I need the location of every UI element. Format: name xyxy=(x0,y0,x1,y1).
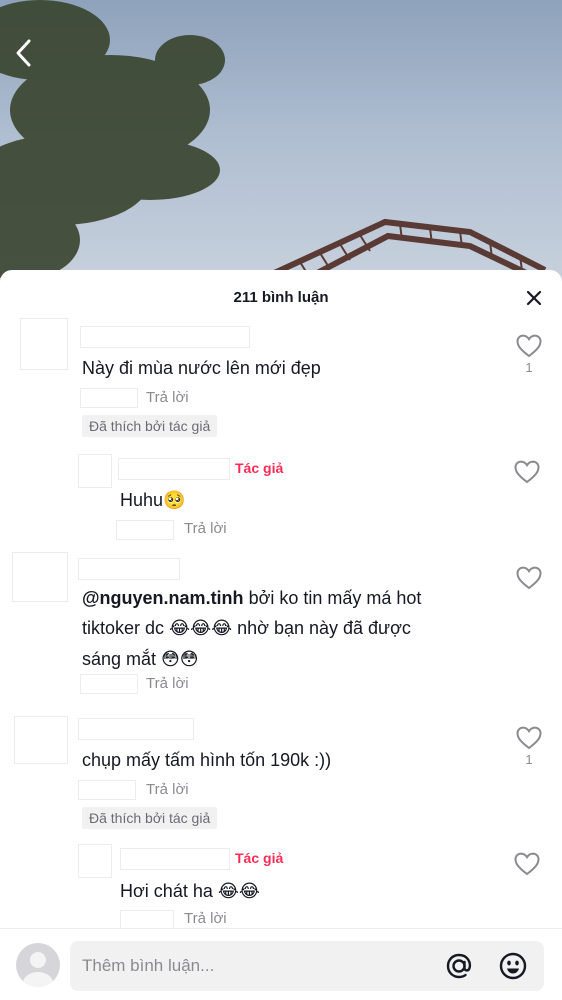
laughing-emoji: 😂😂 xyxy=(217,881,260,902)
username[interactable] xyxy=(118,458,230,480)
user-avatar xyxy=(16,943,60,987)
avatar[interactable] xyxy=(14,716,68,764)
comment-text: Hơi chát ha 😂😂 xyxy=(120,876,260,907)
avatar[interactable] xyxy=(20,318,68,370)
chevron-left-icon xyxy=(16,39,31,67)
comment-text: chụp mấy tấm hình tốn 190k :)) xyxy=(82,750,332,770)
heart-outline-icon xyxy=(514,852,540,876)
heart-outline-icon xyxy=(516,566,542,590)
like-button[interactable]: 1 xyxy=(514,334,544,375)
emoji-button[interactable] xyxy=(498,951,528,981)
reply-button[interactable]: Trả lời xyxy=(184,910,227,927)
mention-button[interactable] xyxy=(444,951,474,981)
comment-item: @nguyen.nam.tinh bởi ko tin mấy má hot t… xyxy=(0,550,562,710)
comment-item: Này đi mùa nước lên mới đẹp Trả lời Đã t… xyxy=(0,270,562,450)
flushed-emoji: 😳😳 xyxy=(161,649,199,670)
user-mention[interactable]: @nguyen.nam.tinh xyxy=(82,588,244,608)
like-count: 1 xyxy=(525,752,533,767)
liked-by-author-badge: Đã thích bởi tác giả xyxy=(82,807,218,829)
like-button[interactable] xyxy=(512,460,542,484)
comment-text-line: tiktoker dc xyxy=(82,618,170,638)
heart-outline-icon xyxy=(514,460,540,484)
comment-text: @nguyen.nam.tinh bởi ko tin mấy má hot t… xyxy=(82,583,502,675)
author-tag: Tác giả xyxy=(235,460,284,476)
comment-text-line: nhờ bạn này đã được xyxy=(232,618,411,638)
video-scene xyxy=(0,0,547,285)
comment-text: Này đi mùa nước lên mới đẹp xyxy=(82,358,321,378)
timestamp xyxy=(78,780,136,800)
back-button[interactable] xyxy=(14,38,54,78)
username[interactable] xyxy=(78,558,180,580)
timestamp xyxy=(120,910,174,930)
liked-by-author-badge: Đã thích bởi tác giả xyxy=(82,415,218,437)
comment-input-bar xyxy=(0,928,562,1000)
comment-sheet: 211 bình luận Này đi mùa nước lên mới đẹ… xyxy=(0,270,562,1000)
username[interactable] xyxy=(80,326,250,348)
avatar[interactable] xyxy=(78,454,112,488)
timestamp xyxy=(80,674,138,694)
avatar[interactable] xyxy=(78,844,112,878)
comment-text-body: Huhu xyxy=(120,490,164,510)
comment-text-line: bởi ko tin mấy má hot xyxy=(243,588,422,608)
reply-button[interactable]: Trả lời xyxy=(184,520,227,537)
comment-input-container xyxy=(70,941,544,991)
like-button[interactable]: 1 xyxy=(514,726,544,767)
author-tag: Tác giả xyxy=(235,850,284,866)
reply-button[interactable]: Trả lời xyxy=(146,389,189,406)
heart-outline-icon xyxy=(516,334,542,358)
at-sign-icon xyxy=(446,953,472,979)
comment-text-line: sáng mắt xyxy=(82,649,162,669)
reply-button[interactable]: Trả lời xyxy=(146,781,189,798)
comment-text: Huhu🥺 xyxy=(120,485,185,516)
like-button[interactable] xyxy=(512,852,542,876)
smiley-icon xyxy=(499,952,527,980)
comment-text-body: Hơi chát ha xyxy=(120,881,218,901)
reply-item: Tác giả Hơi chát ha 😂😂 Trả lời xyxy=(0,840,562,930)
comment-input[interactable] xyxy=(82,941,442,991)
username[interactable] xyxy=(120,848,230,870)
timestamp xyxy=(116,520,174,540)
reply-button[interactable]: Trả lời xyxy=(146,675,189,692)
like-count: 1 xyxy=(525,360,533,375)
laughing-emoji: 😂😂😂 xyxy=(169,618,233,639)
username[interactable] xyxy=(78,718,194,740)
video-background xyxy=(0,0,562,290)
default-avatar-icon xyxy=(23,952,53,987)
reply-item: Tác giả Huhu🥺 Trả lời xyxy=(0,450,562,550)
comment-item: chụp mấy tấm hình tốn 190k :)) Trả lời Đ… xyxy=(0,710,562,840)
pleading-emoji: 🥺 xyxy=(163,490,186,511)
timestamp xyxy=(80,388,138,408)
heart-outline-icon xyxy=(516,726,542,750)
like-button[interactable] xyxy=(514,566,544,590)
avatar[interactable] xyxy=(12,552,68,602)
